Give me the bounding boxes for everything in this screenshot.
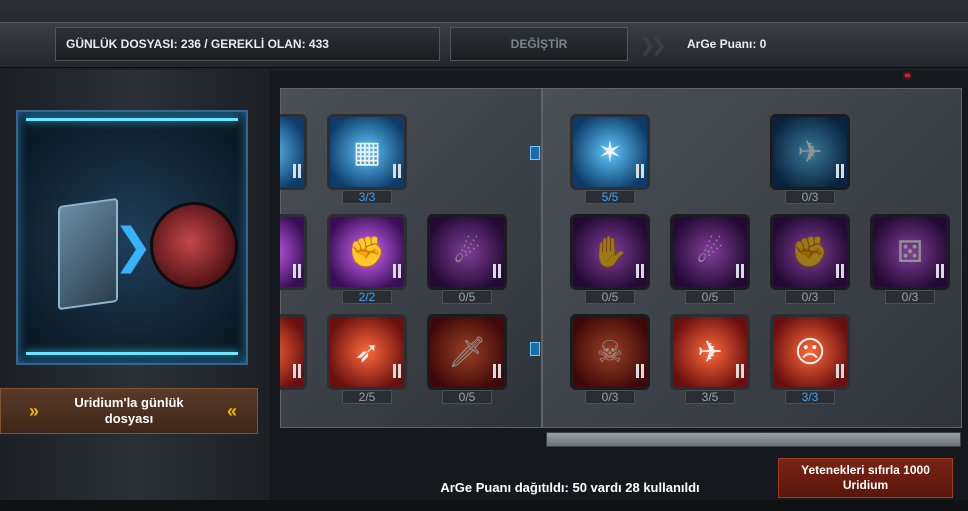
panel-connector-icon <box>530 146 540 160</box>
skill-level-count: 0/5 <box>442 290 492 304</box>
level-bars-icon <box>393 364 401 378</box>
skill-slot[interactable]: ✶ 5/5 <box>570 114 650 204</box>
level-bars-icon <box>636 164 644 178</box>
glow-line-top <box>26 118 238 121</box>
level-bars-icon <box>293 264 301 278</box>
skill-face: ⚄ <box>870 214 950 290</box>
bottom-bar <box>0 500 968 511</box>
horizontal-scrollbar[interactable] <box>546 432 961 447</box>
level-bars-icon <box>836 164 844 178</box>
skill-level-count: 0/5 <box>585 290 635 304</box>
skill-slot[interactable]: ✈ 3/5 <box>670 314 750 404</box>
skill-level-count: 2/2 <box>342 290 392 304</box>
indicator-light <box>905 74 910 77</box>
skill-face: ▦ <box>327 114 407 190</box>
skill-level-count: 0/3 <box>585 390 635 404</box>
skill-face: ✶ <box>570 114 650 190</box>
daily-file-card: ❯ <box>16 110 248 365</box>
skill-slot[interactable]: 🗡 0/5 <box>427 314 507 404</box>
skill-face: ☄ <box>427 214 507 290</box>
level-bars-icon <box>393 164 401 178</box>
skill-slot[interactable]: ☄ 0/5 <box>670 214 750 304</box>
level-bars-icon <box>836 364 844 378</box>
skill-level-count: 3/3 <box>785 390 835 404</box>
change-button[interactable]: DEĞİŞTİR <box>450 27 628 61</box>
reset-skills-button[interactable]: Yetenekleri sıfırla 1000 Uridium <box>778 458 953 498</box>
skill-face: ✈ <box>670 314 750 390</box>
skill-level-count: 3/5 <box>685 390 735 404</box>
skill-slot[interactable]: ✊ 2/2 <box>327 214 407 304</box>
skill-level-count: 5/5 <box>585 190 635 204</box>
skill-slot[interactable]: ✊ 0/3 <box>770 214 850 304</box>
level-bars-icon <box>493 364 501 378</box>
skill-slot[interactable]: ☹ 3/3 <box>770 314 850 404</box>
level-bars-icon <box>936 264 944 278</box>
skill-slot[interactable]: ✋ 0/5 <box>570 214 650 304</box>
uridium-daily-file-button[interactable]: » Uridium'la günlük dosyası « <box>0 388 258 434</box>
skill-level-count: 2/5 <box>342 390 392 404</box>
skill-slot[interactable]: ✈ 0/3 <box>770 114 850 204</box>
brain-head-icon <box>150 202 238 290</box>
panel-connector-icon <box>530 342 540 356</box>
arge-status-text: ArGe Puanı dağıtıldı: 50 vardı 28 kullan… <box>440 480 700 495</box>
level-bars-icon <box>836 264 844 278</box>
skill-level-count: 0/3 <box>885 290 935 304</box>
skill-level-count: 0/3 <box>785 190 835 204</box>
double-chevron-icon: ❯❯ <box>640 35 666 55</box>
double-chevron-right-icon: » <box>29 401 40 421</box>
level-bars-icon <box>393 264 401 278</box>
skill-face: ✋ <box>570 214 650 290</box>
level-bars-icon <box>493 264 501 278</box>
skill-face: 🗡 <box>427 314 507 390</box>
skill-face: ✊ <box>770 214 850 290</box>
skill-level-count: 0/5 <box>442 390 492 404</box>
level-bars-icon <box>293 364 301 378</box>
skill-slot[interactable]: ▦ 3/3 <box>327 114 407 204</box>
skill-face: ✊ <box>327 214 407 290</box>
double-chevron-left-icon: « <box>226 401 237 421</box>
skill-slot[interactable]: ☠ 0/3 <box>570 314 650 404</box>
skill-slot[interactable]: ⚄ 0/3 <box>870 214 950 304</box>
skill-face: ➶ <box>327 314 407 390</box>
level-bars-icon <box>736 264 744 278</box>
skill-face: ✈ <box>770 114 850 190</box>
skill-face: ☹ <box>770 314 850 390</box>
skill-slot[interactable]: ➶ 2/5 <box>327 314 407 404</box>
level-bars-icon <box>636 364 644 378</box>
glow-line-bottom <box>26 352 238 355</box>
arge-points: ArGe Puanı: 0 <box>687 37 767 51</box>
skill-level-count: 0/5 <box>685 290 735 304</box>
daily-file-counter: GÜNLÜK DOSYASI: 236 / GEREKLİ OLAN: 433 <box>55 27 440 61</box>
level-bars-icon <box>636 264 644 278</box>
skill-level-count: 0/3 <box>785 290 835 304</box>
skill-face: ☠ <box>570 314 650 390</box>
skill-slot[interactable]: ☄ 0/5 <box>427 214 507 304</box>
level-bars-icon <box>736 364 744 378</box>
skill-face: ☄ <box>670 214 750 290</box>
skill-level-count: 3/3 <box>342 190 392 204</box>
uridium-button-label: Uridium'la günlük dosyası <box>74 395 184 426</box>
level-bars-icon <box>293 164 301 178</box>
